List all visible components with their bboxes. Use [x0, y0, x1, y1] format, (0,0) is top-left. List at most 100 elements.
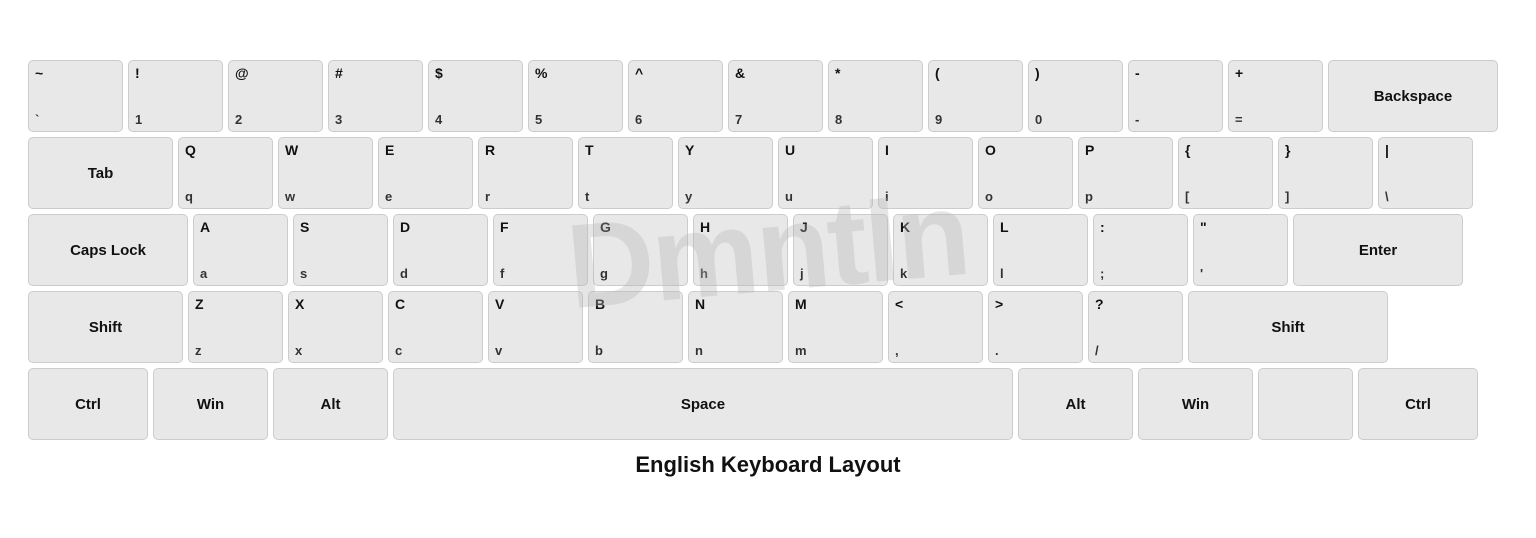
key-space[interactable]: Space	[393, 368, 1013, 440]
key-label-rctrl: Ctrl	[1365, 373, 1471, 435]
key-j[interactable]: Jj	[793, 214, 888, 286]
key-o[interactable]: Oo	[978, 137, 1073, 209]
key-minus[interactable]: --	[1128, 60, 1223, 132]
key-upper-quote: "	[1200, 219, 1281, 235]
key-ralt[interactable]: Alt	[1018, 368, 1133, 440]
key-upper-comma: <	[895, 296, 976, 312]
key-8[interactable]: *8	[828, 60, 923, 132]
key-7[interactable]: &7	[728, 60, 823, 132]
key-b[interactable]: Bb	[588, 291, 683, 363]
key-period[interactable]: >.	[988, 291, 1083, 363]
key-equals[interactable]: +=	[1228, 60, 1323, 132]
key-label-tab: Tab	[35, 142, 166, 204]
key-lower-r: r	[485, 189, 566, 204]
key-lower-q: q	[185, 189, 266, 204]
key-n[interactable]: Nn	[688, 291, 783, 363]
key-lctrl[interactable]: Ctrl	[28, 368, 148, 440]
key-lower-i: i	[885, 189, 966, 204]
key-lower-7: 7	[735, 112, 816, 127]
key-label-lshift: Shift	[35, 296, 176, 358]
key-semicolon[interactable]: :;	[1093, 214, 1188, 286]
key-t[interactable]: Tt	[578, 137, 673, 209]
key-v[interactable]: Vv	[488, 291, 583, 363]
key-upper-minus: -	[1135, 65, 1216, 81]
key-9[interactable]: (9	[928, 60, 1023, 132]
keyboard-row-2: Caps LockAaSsDdFfGgHhJjKkLl:;"'Enter	[28, 214, 1508, 286]
key-upper-5: %	[535, 65, 616, 81]
key-l[interactable]: Ll	[993, 214, 1088, 286]
key-menu[interactable]	[1258, 368, 1353, 440]
key-label-capslock: Caps Lock	[35, 219, 181, 281]
key-upper-z: Z	[195, 296, 276, 312]
key-label-lwin: Win	[160, 373, 261, 435]
key-upper-period: >	[995, 296, 1076, 312]
key-r[interactable]: Rr	[478, 137, 573, 209]
key-upper-m: M	[795, 296, 876, 312]
key-y[interactable]: Yy	[678, 137, 773, 209]
key-upper-x: X	[295, 296, 376, 312]
key-capslock[interactable]: Caps Lock	[28, 214, 188, 286]
key-rbracket[interactable]: }]	[1278, 137, 1373, 209]
key-k[interactable]: Kk	[893, 214, 988, 286]
key-w[interactable]: Ww	[278, 137, 373, 209]
key-backspace[interactable]: Backspace	[1328, 60, 1498, 132]
key-x[interactable]: Xx	[288, 291, 383, 363]
key-c[interactable]: Cc	[388, 291, 483, 363]
key-4[interactable]: $4	[428, 60, 523, 132]
key-g[interactable]: Gg	[593, 214, 688, 286]
key-s[interactable]: Ss	[293, 214, 388, 286]
key-quote[interactable]: "'	[1193, 214, 1288, 286]
key-slash[interactable]: ?/	[1088, 291, 1183, 363]
key-z[interactable]: Zz	[188, 291, 283, 363]
keyboard-row-1: TabQqWwEeRrTtYyUuIiOoPp{[}]|\	[28, 137, 1508, 209]
key-lower-c: c	[395, 343, 476, 358]
key-5[interactable]: %5	[528, 60, 623, 132]
key-1[interactable]: !1	[128, 60, 223, 132]
key-label-rwin: Win	[1145, 373, 1246, 435]
key-e[interactable]: Ee	[378, 137, 473, 209]
key-lower-2: 2	[235, 112, 316, 127]
key-lbracket[interactable]: {[	[1178, 137, 1273, 209]
key-label-backspace: Backspace	[1335, 65, 1491, 127]
key-upper-4: $	[435, 65, 516, 81]
key-lshift[interactable]: Shift	[28, 291, 183, 363]
key-rwin[interactable]: Win	[1138, 368, 1253, 440]
key-lower-j: j	[800, 266, 881, 281]
key-upper-7: &	[735, 65, 816, 81]
key-i[interactable]: Ii	[878, 137, 973, 209]
key-rctrl[interactable]: Ctrl	[1358, 368, 1478, 440]
key-lalt[interactable]: Alt	[273, 368, 388, 440]
key-d[interactable]: Dd	[393, 214, 488, 286]
key-upper-s: S	[300, 219, 381, 235]
key-lower-lbracket: [	[1185, 189, 1266, 204]
key-u[interactable]: Uu	[778, 137, 873, 209]
key-lower-5: 5	[535, 112, 616, 127]
key-lower-4: 4	[435, 112, 516, 127]
key-label-lctrl: Ctrl	[35, 373, 141, 435]
key-upper-o: O	[985, 142, 1066, 158]
key-upper-y: Y	[685, 142, 766, 158]
key-upper-equals: +	[1235, 65, 1316, 81]
key-h[interactable]: Hh	[693, 214, 788, 286]
key-rshift[interactable]: Shift	[1188, 291, 1388, 363]
key-tab[interactable]: Tab	[28, 137, 173, 209]
key-q[interactable]: Qq	[178, 137, 273, 209]
key-p[interactable]: Pp	[1078, 137, 1173, 209]
key-0[interactable]: )0	[1028, 60, 1123, 132]
keyboard: ~`!1@2#3$4%5^6&7*8(9)0--+=BackspaceTabQq…	[28, 60, 1508, 440]
key-2[interactable]: @2	[228, 60, 323, 132]
key-tilde[interactable]: ~`	[28, 60, 123, 132]
key-a[interactable]: Aa	[193, 214, 288, 286]
key-backslash[interactable]: |\	[1378, 137, 1473, 209]
key-lwin[interactable]: Win	[153, 368, 268, 440]
key-upper-c: C	[395, 296, 476, 312]
key-lower-9: 9	[935, 112, 1016, 127]
key-lower-equals: =	[1235, 112, 1316, 127]
key-f[interactable]: Ff	[493, 214, 588, 286]
key-comma[interactable]: <,	[888, 291, 983, 363]
key-m[interactable]: Mm	[788, 291, 883, 363]
key-3[interactable]: #3	[328, 60, 423, 132]
key-6[interactable]: ^6	[628, 60, 723, 132]
key-lower-b: b	[595, 343, 676, 358]
key-enter[interactable]: Enter	[1293, 214, 1463, 286]
